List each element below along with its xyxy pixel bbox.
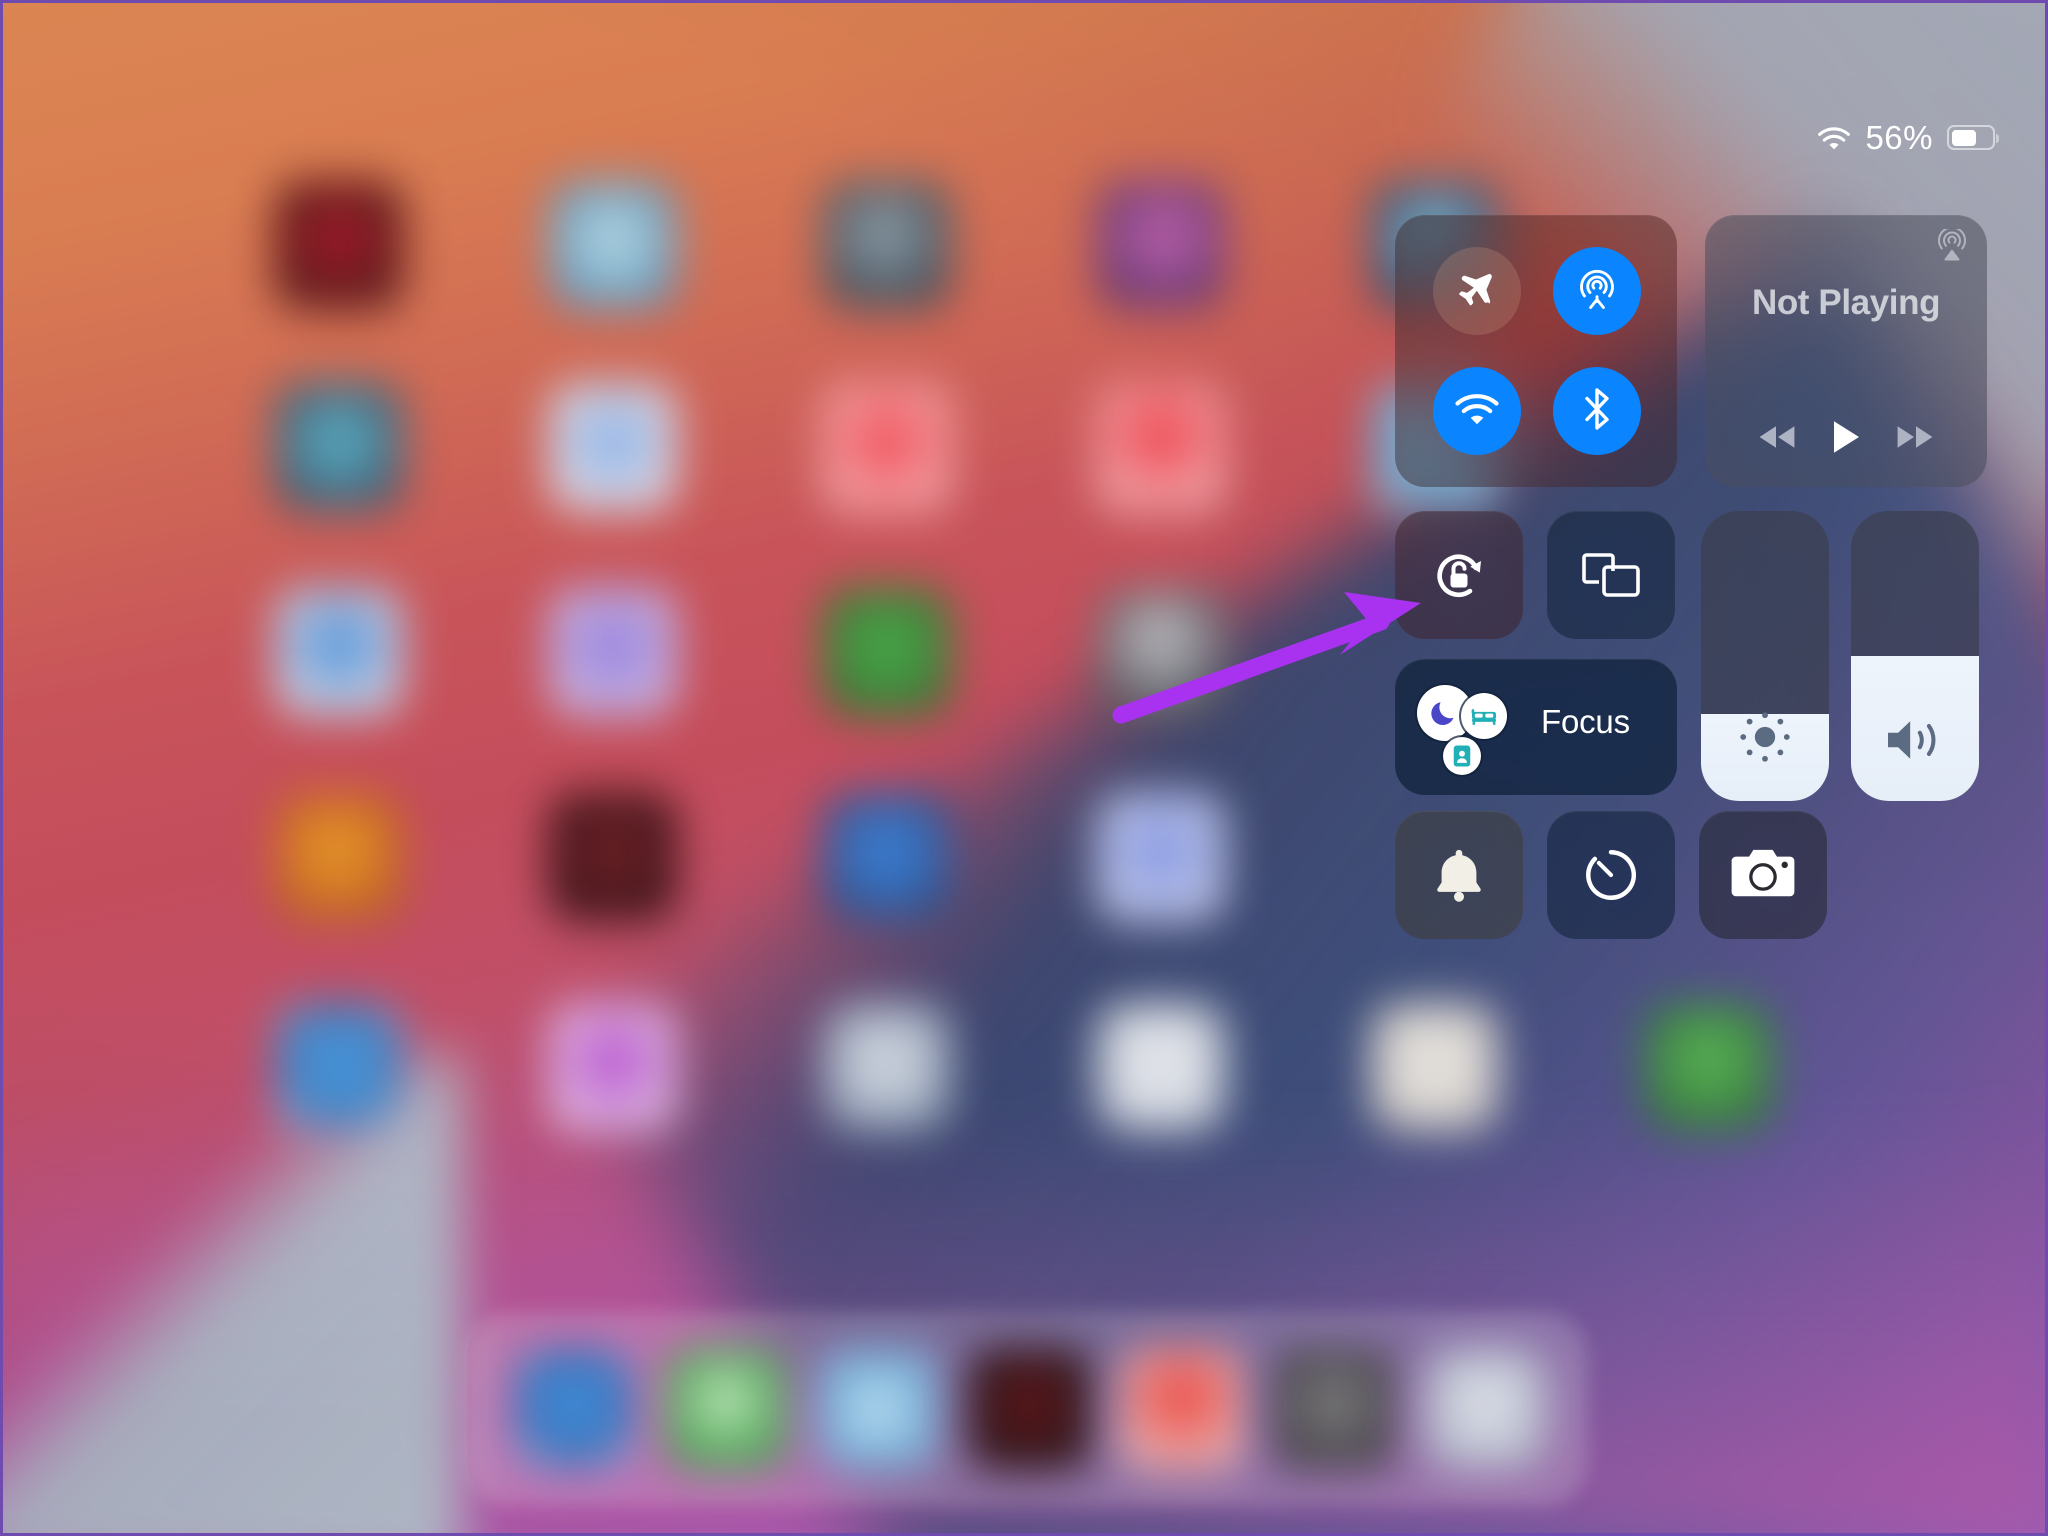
focus-label: Focus bbox=[1541, 703, 1630, 740]
airdrop-icon bbox=[1573, 265, 1621, 318]
wifi-button[interactable] bbox=[1433, 367, 1521, 455]
bluetooth-button[interactable] bbox=[1553, 367, 1641, 455]
dock-app-icon bbox=[1273, 1348, 1395, 1470]
dock-app-icon bbox=[665, 1348, 787, 1470]
volume-slider[interactable] bbox=[1851, 511, 1979, 801]
battery-fill bbox=[1951, 129, 1977, 146]
ipad-screen: 56% Not Playing Focus bbox=[3, 3, 2045, 1533]
screen-mirroring-button[interactable] bbox=[1547, 511, 1675, 639]
dock-app-icon bbox=[1121, 1348, 1243, 1470]
timer-button[interactable] bbox=[1547, 811, 1675, 939]
bell-icon bbox=[1395, 811, 1523, 939]
camera-button[interactable] bbox=[1699, 811, 1827, 939]
person-badge-icon bbox=[1443, 737, 1481, 775]
fast-forward-button[interactable] bbox=[1893, 423, 1937, 451]
bluetooth-icon bbox=[1581, 385, 1613, 438]
wifi-icon bbox=[1817, 125, 1851, 151]
dock-app-icon bbox=[513, 1348, 635, 1470]
battery-percentage: 56% bbox=[1865, 119, 1933, 156]
now-playing-title: Not Playing bbox=[1751, 283, 1941, 322]
speaker-wave-icon bbox=[1851, 713, 1979, 767]
airplane-icon bbox=[1455, 267, 1499, 316]
rewind-button[interactable] bbox=[1755, 423, 1799, 451]
dock-app-icon bbox=[817, 1348, 939, 1470]
dock-app-icon bbox=[1425, 1348, 1547, 1470]
dock-app-icon bbox=[969, 1348, 1091, 1470]
rotation-lock-icon bbox=[1395, 511, 1523, 639]
rotation-lock-button[interactable] bbox=[1395, 511, 1523, 639]
control-center: Not Playing Focus bbox=[1395, 215, 1987, 945]
play-button[interactable] bbox=[1831, 419, 1861, 455]
camera-icon bbox=[1699, 811, 1827, 939]
connectivity-module[interactable] bbox=[1395, 215, 1677, 487]
airdrop-button[interactable] bbox=[1553, 247, 1641, 335]
brightness-icon bbox=[1701, 707, 1829, 767]
timer-icon bbox=[1547, 811, 1675, 939]
media-player-module[interactable]: Not Playing bbox=[1705, 215, 1987, 487]
bed-icon bbox=[1461, 693, 1507, 739]
airplane-mode-button[interactable] bbox=[1433, 247, 1521, 335]
screen-mirroring-icon bbox=[1547, 511, 1675, 639]
media-transport-controls bbox=[1705, 419, 1987, 455]
battery-icon bbox=[1947, 125, 1999, 150]
brightness-slider[interactable] bbox=[1701, 511, 1829, 801]
focus-button[interactable]: Focus bbox=[1395, 659, 1677, 795]
status-bar: 56% bbox=[1817, 119, 1999, 156]
silent-mode-button[interactable] bbox=[1395, 811, 1523, 939]
airplay-icon[interactable] bbox=[1935, 226, 1969, 261]
wifi-icon bbox=[1453, 392, 1501, 431]
